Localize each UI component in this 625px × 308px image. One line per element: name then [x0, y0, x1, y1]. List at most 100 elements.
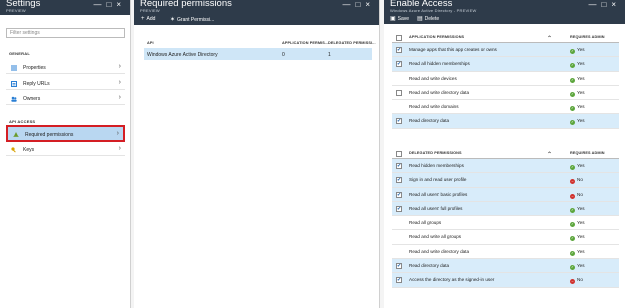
chevron-right-icon: ›: [118, 63, 121, 70]
delete-button-label: Delete: [424, 16, 440, 22]
collapse-caret-icon[interactable]: ⌃: [547, 151, 552, 158]
delete-button[interactable]: ▤ Delete: [417, 15, 439, 22]
permission-name: Sign in and read user profile: [409, 177, 467, 183]
settings-item-keys[interactable]: Keys ›: [6, 144, 125, 156]
azure-portal: Settings PREVIEW —□× Filter settings GEN…: [0, 0, 625, 308]
permission-row[interactable]: ✔ Manage apps that this app creates or o…: [392, 43, 619, 58]
chevron-right-icon: ›: [116, 130, 119, 137]
enable-access-header: Enable Access Windows Azure Active Direc…: [384, 0, 625, 14]
permission-row[interactable]: Read and write devices ✓ Yes: [392, 72, 619, 86]
requires-admin-value: ✓ Yes: [570, 249, 585, 256]
requires-admin-value: – No: [570, 177, 583, 185]
permission-checkbox[interactable]: ✔: [396, 263, 402, 270]
minus-circle-icon: –: [570, 179, 575, 185]
requires-admin-value: ✓ Yes: [570, 234, 585, 242]
maximize-icon[interactable]: □: [601, 0, 611, 9]
requires-admin-text: Yes: [577, 263, 585, 269]
requires-admin-text: Yes: [577, 220, 585, 226]
permission-checkbox[interactable]: ✔: [396, 118, 402, 125]
permission-row[interactable]: ✔ Read all hidden memberships ✓ Yes: [392, 57, 619, 72]
requires-admin-text: No: [577, 277, 583, 283]
permission-row[interactable]: ✔ Read directory data ✓ Yes: [392, 114, 619, 129]
requires-admin-text: No: [577, 177, 583, 183]
permission-name: Read and write domains: [409, 104, 459, 110]
delegated-permissions-header: DELEGATED PERMISSIONS ⌃ REQUIRES ADMIN: [392, 148, 619, 159]
close-icon[interactable]: ×: [365, 0, 375, 9]
permission-checkbox[interactable]: ✔: [396, 61, 402, 68]
permission-row[interactable]: ✔ Access the directory as the signed-in …: [392, 273, 619, 288]
requires-admin-value: ✓ Yes: [570, 61, 585, 69]
permission-row[interactable]: ✔ Read all users' full profiles ✓ Yes: [392, 201, 619, 217]
minimize-icon[interactable]: —: [342, 0, 355, 9]
select-all-checkbox[interactable]: [396, 151, 402, 157]
requires-admin-value: – No: [570, 277, 583, 285]
requires-admin-value: ✓ Yes: [570, 263, 585, 271]
permission-checkbox[interactable]: ✔: [396, 191, 402, 198]
permission-row[interactable]: Read and write directory data ✓ Yes: [392, 245, 619, 260]
requires-admin-header: REQUIRES ADMIN: [570, 35, 605, 39]
permission-checkbox[interactable]: ✔: [396, 177, 402, 184]
requires-admin-value: – No: [570, 192, 583, 199]
collapse-caret-icon[interactable]: ⌃: [547, 35, 552, 42]
permission-row[interactable]: ✔ Read all users' basic profiles – No: [392, 187, 619, 202]
key-icon: [11, 147, 16, 153]
requires-admin-text: No: [577, 191, 583, 197]
permission-checkbox[interactable]: [396, 89, 402, 96]
permission-checkbox[interactable]: ✔: [396, 277, 402, 284]
permission-row[interactable]: Read and write directory data ✓ Yes: [392, 86, 619, 101]
settings-item-required-permissions[interactable]: Required permissions ›: [6, 125, 125, 142]
permission-name: Read all users' full profiles: [409, 205, 463, 211]
permission-checkbox[interactable]: ✔: [396, 163, 402, 169]
requires-admin-text: Yes: [577, 248, 585, 254]
add-button[interactable]: + Add: [141, 16, 155, 22]
requires-admin-text: Yes: [577, 234, 585, 240]
application-permissions-section: APPLICATION PERMISSIONS ⌃ REQUIRES ADMIN…: [392, 32, 619, 129]
filter-settings-input[interactable]: Filter settings: [6, 28, 125, 38]
check-circle-icon: ✓: [570, 207, 575, 213]
minimize-icon[interactable]: —: [93, 0, 106, 9]
save-button[interactable]: ▣ Save: [390, 15, 409, 22]
settings-blade: Settings PREVIEW —□× Filter settings GEN…: [0, 0, 131, 308]
settings-item-reply-urls[interactable]: Reply URLs ›: [6, 78, 125, 90]
close-icon[interactable]: ×: [116, 0, 126, 9]
save-button-label: Save: [397, 16, 410, 22]
permission-row[interactable]: Read and write all groups ✓ Yes: [392, 230, 619, 245]
settings-item-properties[interactable]: Properties ›: [6, 62, 125, 74]
delegated-permissions-label: DELEGATED PERMISSIONS: [409, 151, 462, 155]
close-icon[interactable]: ×: [611, 0, 621, 9]
maximize-icon[interactable]: □: [106, 0, 116, 9]
requires-admin-value: ✓ Yes: [570, 118, 585, 126]
api-permissions-table: API APPLICATION PERMIS... DELEGATED PERM…: [144, 38, 376, 60]
table-row[interactable]: Windows Azure Active Directory 0 1: [144, 48, 372, 60]
grant-permissions-button[interactable]: ✶ Grant Permissi...: [170, 16, 214, 23]
settings-item-label: Reply URLs: [23, 81, 50, 87]
required-permissions-blade: Required permissions PREVIEW —□× + Add ✶ G…: [134, 0, 380, 308]
settings-item-label: Owners: [23, 96, 41, 102]
permission-name: Manage apps that this app creates or own…: [409, 47, 497, 52]
settings-header: Settings PREVIEW —□×: [0, 0, 130, 15]
requires-admin-text: Yes: [577, 61, 585, 67]
check-circle-icon: ✓: [570, 250, 575, 256]
permission-name: Read and write devices: [409, 75, 457, 81]
permission-row[interactable]: Read and write domains ✓ Yes: [392, 100, 619, 115]
requires-admin-value: ✓ Yes: [570, 76, 585, 83]
permission-row[interactable]: ✔ Read hidden memberships ✓ Yes: [392, 159, 619, 174]
column-header-delegated-permissions: DELEGATED PERMISSI...: [328, 41, 376, 45]
settings-item-owners[interactable]: Owners ›: [6, 93, 125, 105]
requires-admin-text: Yes: [577, 47, 585, 52]
grant-permissions-icon: ✶: [170, 17, 176, 23]
permission-row[interactable]: Read all groups ✓ Yes: [392, 216, 619, 231]
chevron-right-icon: ›: [118, 79, 121, 86]
required-permissions-window-controls: —□×: [342, 0, 375, 9]
select-all-checkbox[interactable]: [396, 35, 402, 41]
permission-checkbox[interactable]: ✔: [396, 47, 402, 53]
permission-row[interactable]: ✔ Sign in and read user profile – No: [392, 173, 619, 188]
minimize-icon[interactable]: —: [588, 0, 601, 9]
permission-checkbox[interactable]: ✔: [396, 205, 402, 212]
maximize-icon[interactable]: □: [355, 0, 365, 9]
required-permissions-subtitle: PREVIEW: [140, 8, 160, 13]
settings-item-label: Keys: [23, 147, 35, 153]
permission-row[interactable]: ✔ Read directory data ✓ Yes: [392, 259, 619, 274]
permission-name: Read hidden memberships: [409, 163, 464, 168]
check-circle-icon: ✓: [570, 265, 575, 271]
